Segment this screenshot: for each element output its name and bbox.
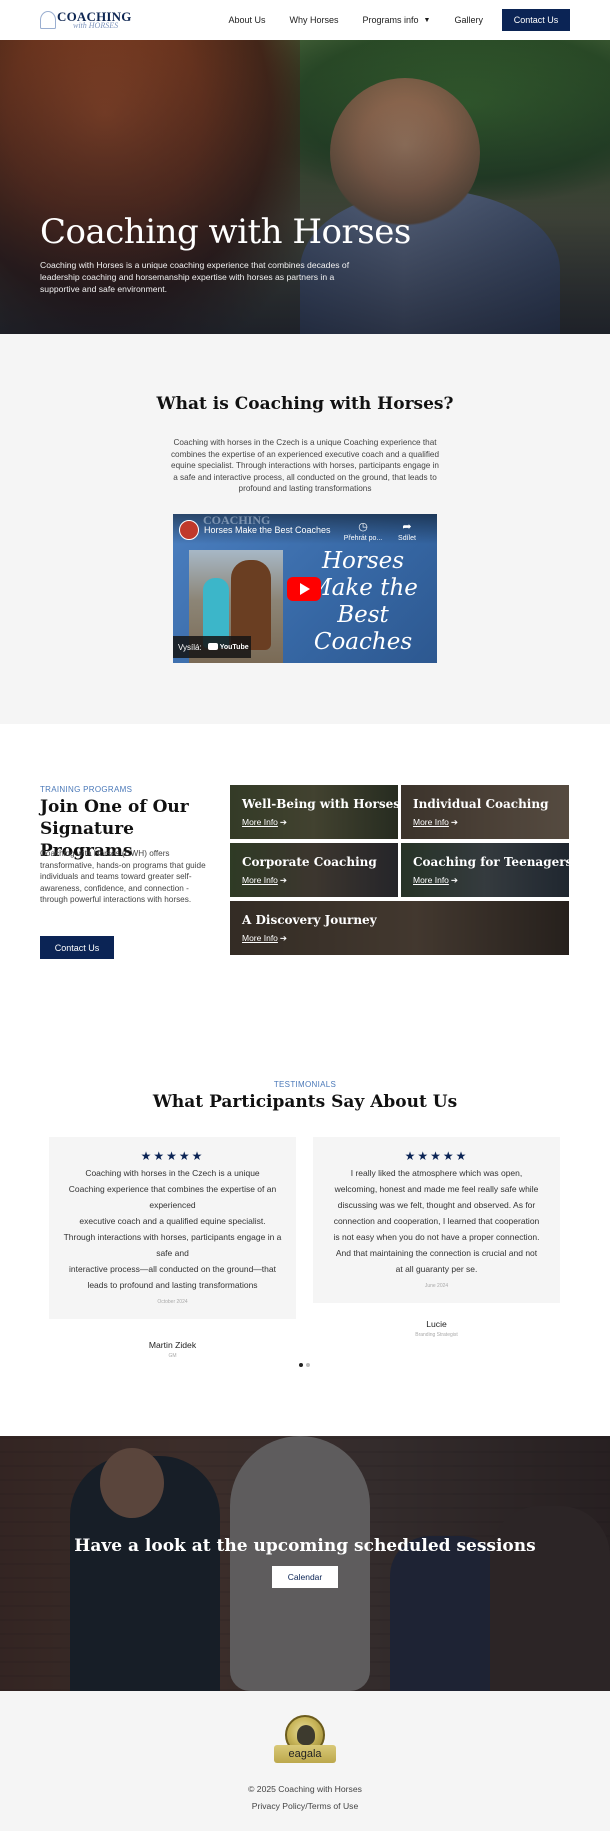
star-rating-icon: ★★★★★	[140, 1149, 205, 1163]
youtube-logo-icon: YouTube	[208, 643, 249, 651]
video-title[interactable]: Horses Make the Best Coaches	[204, 525, 331, 535]
programs-eyebrow: TRAINING PROGRAMS	[40, 785, 133, 794]
carousel-dots	[299, 1363, 313, 1367]
carousel-dot[interactable]	[306, 1363, 310, 1367]
arrow-right-icon: ➔	[450, 875, 459, 885]
more-info-link[interactable]: More Info ➔	[242, 875, 287, 886]
program-card-individual[interactable]: Individual Coaching More Info ➔	[401, 785, 569, 839]
share-button[interactable]: ➦ Sdílet	[387, 520, 427, 542]
share-icon: ➦	[402, 521, 412, 533]
star-rating-icon: ★★★★★	[404, 1149, 469, 1163]
chevron-down-icon: ▼	[423, 16, 431, 24]
logo-sub-text: with HORSES	[73, 21, 119, 30]
badge-text: eagala	[288, 1748, 322, 1760]
more-info-link[interactable]: More Info ➔	[242, 933, 287, 944]
clock-icon: ◷	[358, 521, 368, 533]
sessions-title: Have a look at the upcoming scheduled se…	[74, 1536, 536, 1556]
youtube-video-embed[interactable]: Horses Make the Best Coaches COACHING Ho…	[173, 514, 437, 663]
testimonial-author: Martin Zidek	[148, 1340, 197, 1350]
more-info-link[interactable]: More Info ➔	[242, 817, 287, 828]
testimonials-eyebrow: TESTIMONIALS	[273, 1080, 337, 1089]
main-nav: About Us Why Horses Programs info ▼ Gall…	[204, 9, 570, 31]
privacy-terms-link[interactable]: Privacy Policy/Terms of Use	[0, 1801, 610, 1811]
program-card-title: Coaching for Teenagers	[413, 855, 569, 869]
programs-description: Coaching with Horses (CWH) offers transf…	[40, 849, 206, 904]
testimonial-role: GM	[168, 1353, 177, 1359]
testimonial-card: ★★★★★ I really liked the atmosphere whic…	[313, 1137, 560, 1303]
arrow-right-icon: ➔	[279, 817, 288, 827]
what-is-description: Coaching with horses in the Czech is a u…	[170, 438, 440, 493]
watch-later-button[interactable]: ◷ Přehrát po...	[343, 520, 383, 542]
testimonial-date: June 2024	[424, 1283, 449, 1289]
sessions-section: Have a look at the upcoming scheduled se…	[0, 1436, 610, 1691]
testimonial-date: October 2024	[157, 1299, 188, 1305]
nav-why-horses[interactable]: Why Horses	[290, 15, 339, 25]
programs-section: TRAINING PROGRAMS Join One of Our Signat…	[0, 724, 610, 1004]
eagala-badge-icon: eagala	[274, 1715, 336, 1771]
testimonial-author: Lucie	[426, 1319, 447, 1329]
calendar-button[interactable]: Calendar	[272, 1566, 338, 1588]
programs-contact-button[interactable]: Contact Us	[40, 936, 114, 959]
program-card-title: Well-Being with Horses	[242, 797, 398, 811]
program-card-title: Individual Coaching	[413, 797, 549, 811]
site-header: COACHING with HORSES About Us Why Horses…	[0, 0, 610, 40]
horse-logo-icon	[40, 11, 56, 29]
program-card-corporate[interactable]: Corporate Coaching More Info ➔	[230, 843, 398, 897]
testimonial-card: ★★★★★ Coaching with horses in the Czech …	[49, 1137, 296, 1319]
program-card-discovery[interactable]: A Discovery Journey More Info ➔	[230, 901, 569, 955]
arrow-right-icon: ➔	[279, 933, 288, 943]
testimonial-quote: I really liked the atmosphere which was …	[333, 1168, 540, 1274]
site-footer: eagala © 2025 Coaching with Horses Priva…	[0, 1691, 610, 1831]
header-contact-button[interactable]: Contact Us	[502, 9, 570, 31]
what-is-title: What is Coaching with Horses?	[156, 394, 454, 414]
more-info-link[interactable]: More Info ➔	[413, 875, 458, 886]
carousel-dot-active[interactable]	[299, 1363, 303, 1367]
copyright-text: © 2025 Coaching with Horses	[248, 1784, 362, 1794]
program-card-well-being[interactable]: Well-Being with Horses More Info ➔	[230, 785, 398, 839]
arrow-right-icon: ➔	[279, 875, 288, 885]
play-button[interactable]	[287, 577, 321, 601]
nav-about-us[interactable]: About Us	[228, 15, 265, 25]
channel-avatar[interactable]	[179, 520, 199, 540]
testimonial-quote: Coaching with horses in the Czech is a u…	[63, 1168, 282, 1290]
watch-on-youtube-badge[interactable]: Vysílá: YouTube	[173, 636, 251, 658]
arrow-right-icon: ➔	[450, 817, 459, 827]
nav-gallery[interactable]: Gallery	[454, 15, 483, 25]
program-card-teenagers[interactable]: Coaching for Teenagers More Info ➔	[401, 843, 569, 897]
what-is-section: What is Coaching with Horses? Coaching w…	[0, 334, 610, 724]
video-overlay-text: Horses Make the Best Coaches	[308, 548, 418, 655]
nav-programs-label: Programs info	[362, 15, 419, 25]
nav-programs-info[interactable]: Programs info ▼	[363, 15, 431, 25]
program-card-title: Corporate Coaching	[242, 855, 377, 869]
testimonial-role: Branding Strategist	[415, 1332, 458, 1338]
program-card-title: A Discovery Journey	[242, 913, 377, 927]
more-info-link[interactable]: More Info ➔	[413, 817, 458, 828]
testimonials-section: TESTIMONIALS What Participants Say About…	[0, 1004, 610, 1436]
hero-section: Coaching with Horses Coaching with Horse…	[0, 40, 610, 334]
testimonials-title: What Participants Say About Us	[152, 1092, 458, 1112]
site-logo[interactable]: COACHING with HORSES	[40, 8, 132, 32]
hero-description: Coaching with Horses is a unique coachin…	[40, 260, 350, 294]
hero-title: Coaching with Horses	[40, 212, 411, 252]
